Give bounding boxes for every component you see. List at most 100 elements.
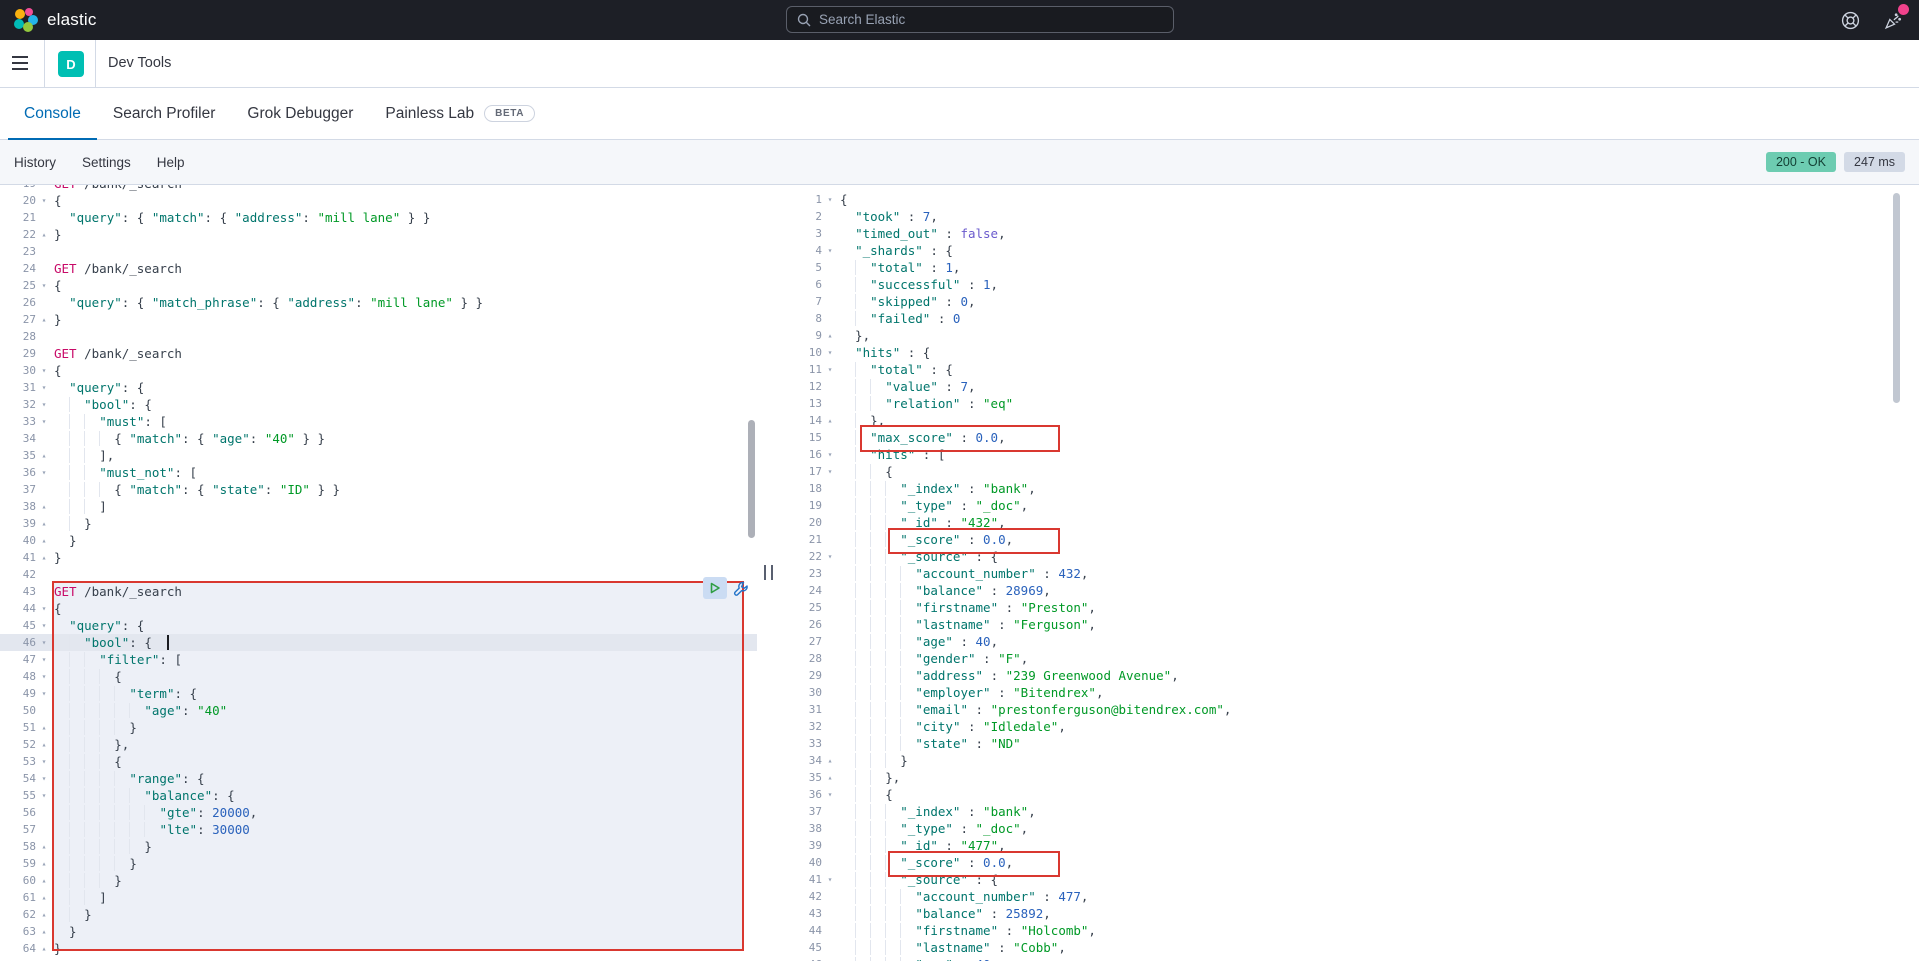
fold-toggle-icon[interactable]: ▴ — [36, 498, 52, 515]
tab-grok-debugger[interactable]: Grok Debugger — [231, 88, 369, 139]
fold-toggle-icon[interactable]: ▾ — [822, 446, 838, 463]
code-line[interactable]: 38▴ ] — [0, 498, 757, 515]
code-line[interactable]: 30 "employer" : "Bitendrex", — [782, 684, 1919, 701]
code-line[interactable]: 40▴ } — [0, 532, 757, 549]
code-line[interactable]: 37 "_index" : "bank", — [782, 803, 1919, 820]
code-line[interactable]: 12 "value" : 7, — [782, 378, 1919, 395]
code-line[interactable]: 17▾ { — [782, 463, 1919, 480]
fold-toggle-icon[interactable]: ▴ — [822, 327, 838, 344]
code-line[interactable]: 54▾ "range": { — [0, 770, 757, 787]
fold-toggle-icon[interactable]: ▾ — [36, 770, 52, 787]
fold-toggle-icon[interactable]: ▴ — [36, 226, 52, 243]
code-line[interactable]: 8 "failed" : 0 — [782, 310, 1919, 327]
code-line[interactable]: 45 "lastname" : "Cobb", — [782, 939, 1919, 956]
fold-toggle-icon[interactable]: ▴ — [36, 736, 52, 753]
fold-toggle-icon[interactable]: ▴ — [36, 906, 52, 923]
fold-toggle-icon[interactable]: ▴ — [36, 532, 52, 549]
code-line[interactable]: 39 "_id" : "477", — [782, 837, 1919, 854]
code-line[interactable]: 31 "email" : "prestonferguson@bitendrex.… — [782, 701, 1919, 718]
code-line[interactable]: 36▾ { — [782, 786, 1919, 803]
fold-toggle-icon[interactable]: ▴ — [36, 311, 52, 328]
fold-toggle-icon[interactable]: ▴ — [822, 412, 838, 429]
code-line[interactable]: 27 "age" : 40, — [782, 633, 1919, 650]
fold-toggle-icon[interactable]: ▾ — [36, 617, 52, 634]
code-line[interactable]: 51▴ } — [0, 719, 757, 736]
code-line[interactable]: 1▾{ — [782, 191, 1919, 208]
code-line[interactable]: 37 { "match": { "state": "ID" } } — [0, 481, 757, 498]
code-line[interactable]: 48▾ { — [0, 668, 757, 685]
fold-toggle-icon[interactable]: ▾ — [36, 600, 52, 617]
code-line[interactable]: 25 "firstname" : "Preston", — [782, 599, 1919, 616]
code-line[interactable]: 27▴} — [0, 311, 757, 328]
code-line[interactable]: 44 "firstname" : "Holcomb", — [782, 922, 1919, 939]
code-line[interactable]: 2 "took" : 7, — [782, 208, 1919, 225]
fold-toggle-icon[interactable]: ▾ — [36, 753, 52, 770]
code-line[interactable]: 39▴ } — [0, 515, 757, 532]
code-line[interactable]: 22▴} — [0, 226, 757, 243]
code-line[interactable]: 56 "gte": 20000, — [0, 804, 757, 821]
code-line[interactable]: 32 "city" : "Idledale", — [782, 718, 1919, 735]
fold-toggle-icon[interactable]: ▾ — [36, 379, 52, 396]
code-line[interactable]: 50 "age": "40" — [0, 702, 757, 719]
code-line[interactable]: 43 "balance" : 25892, — [782, 905, 1919, 922]
code-line[interactable]: 20▾{ — [0, 192, 757, 209]
panel-divider-handle[interactable] — [764, 565, 773, 580]
fold-toggle-icon[interactable]: ▾ — [822, 191, 838, 208]
code-line[interactable]: 31▾ "query": { — [0, 379, 757, 396]
code-line[interactable]: 30▾{ — [0, 362, 757, 379]
code-line[interactable]: 46▾ "bool": { — [0, 634, 757, 651]
fold-toggle-icon[interactable]: ▾ — [822, 361, 838, 378]
code-line[interactable]: 38 "_type" : "_doc", — [782, 820, 1919, 837]
fold-toggle-icon[interactable]: ▴ — [36, 719, 52, 736]
code-line[interactable]: 44▾{ — [0, 600, 757, 617]
fold-toggle-icon[interactable]: ▾ — [36, 685, 52, 702]
fold-toggle-icon[interactable]: ▾ — [36, 787, 52, 804]
elastic-logo[interactable]: elastic — [12, 0, 97, 40]
code-line[interactable]: 19GET /bank/_search — [0, 185, 757, 192]
code-line[interactable]: 23 "account_number" : 432, — [782, 565, 1919, 582]
fold-toggle-icon[interactable]: ▴ — [36, 549, 52, 566]
code-line[interactable]: 40 "_score" : 0.0, — [782, 854, 1919, 871]
fold-toggle-icon[interactable]: ▾ — [822, 242, 838, 259]
code-line[interactable]: 29 "address" : "239 Greenwood Avenue", — [782, 667, 1919, 684]
code-line[interactable]: 11▾ "total" : { — [782, 361, 1919, 378]
code-line[interactable]: 49▾ "term": { — [0, 685, 757, 702]
code-line[interactable]: 55▾ "balance": { — [0, 787, 757, 804]
response-panel[interactable]: 1▾{2 "took" : 7,3 "timed_out" : false,4▾… — [782, 185, 1919, 961]
fold-toggle-icon[interactable]: ▾ — [822, 344, 838, 361]
code-line[interactable]: 21 "_score" : 0.0, — [782, 531, 1919, 548]
code-line[interactable]: 29GET /bank/_search — [0, 345, 757, 362]
code-line[interactable]: 43GET /bank/_search — [0, 583, 757, 600]
code-line[interactable]: 7 "skipped" : 0, — [782, 293, 1919, 310]
fold-toggle-icon[interactable]: ▴ — [36, 515, 52, 532]
code-line[interactable]: 33▾ "must": [ — [0, 413, 757, 430]
fold-toggle-icon[interactable]: ▴ — [36, 838, 52, 855]
menu-history[interactable]: History — [14, 155, 56, 170]
fold-toggle-icon[interactable]: ▴ — [822, 769, 838, 786]
fold-toggle-icon[interactable]: ▾ — [36, 651, 52, 668]
code-line[interactable]: 13 "relation" : "eq" — [782, 395, 1919, 412]
code-line[interactable]: 34 { "match": { "age": "40" } } — [0, 430, 757, 447]
code-line[interactable]: 52▴ }, — [0, 736, 757, 753]
fold-toggle-icon[interactable]: ▾ — [822, 786, 838, 803]
code-line[interactable]: 3 "timed_out" : false, — [782, 225, 1919, 242]
code-line[interactable]: 26 "lastname" : "Ferguson", — [782, 616, 1919, 633]
code-line[interactable]: 20 "_id" : "432", — [782, 514, 1919, 531]
fold-toggle-icon[interactable]: ▴ — [36, 940, 52, 957]
code-line[interactable]: 24 "balance" : 28969, — [782, 582, 1919, 599]
code-line[interactable]: 24GET /bank/_search — [0, 260, 757, 277]
code-line[interactable]: 59▴ } — [0, 855, 757, 872]
code-line[interactable]: 14▴ }, — [782, 412, 1919, 429]
menu-help[interactable]: Help — [157, 155, 185, 170]
code-line[interactable]: 21 "query": { "match": { "address": "mil… — [0, 209, 757, 226]
code-line[interactable]: 36▾ "must_not": [ — [0, 464, 757, 481]
fold-toggle-icon[interactable]: ▾ — [822, 871, 838, 888]
code-line[interactable]: 23 — [0, 243, 757, 260]
fold-toggle-icon[interactable]: ▴ — [36, 923, 52, 940]
code-line[interactable]: 60▴ } — [0, 872, 757, 889]
search-input[interactable]: Search Elastic — [786, 6, 1174, 33]
code-line[interactable]: 42 — [0, 566, 757, 583]
fold-toggle-icon[interactable]: ▾ — [36, 362, 52, 379]
code-line[interactable]: 19 "_type" : "_doc", — [782, 497, 1919, 514]
code-line[interactable]: 18 "_index" : "bank", — [782, 480, 1919, 497]
